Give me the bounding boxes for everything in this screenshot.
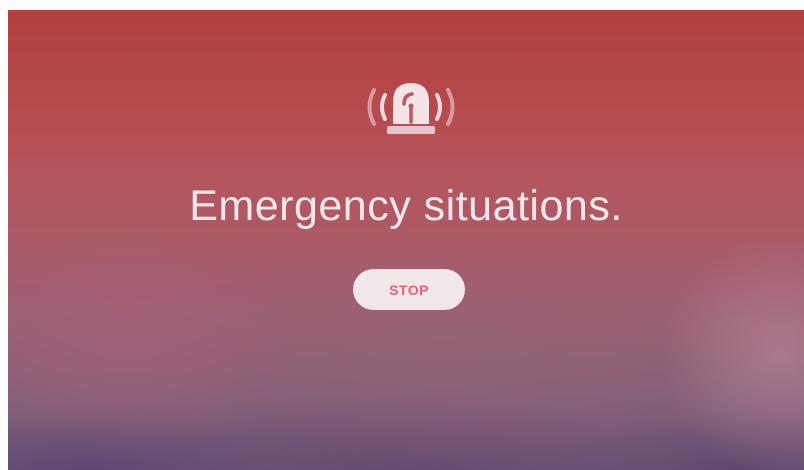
page-title: Emergency situations. <box>189 182 623 230</box>
alarm-siren-icon <box>367 83 455 134</box>
window-frame: Emergency situations. STOP <box>0 0 804 470</box>
emergency-screen: Emergency situations. STOP <box>8 10 804 470</box>
stop-button[interactable]: STOP <box>353 269 465 310</box>
